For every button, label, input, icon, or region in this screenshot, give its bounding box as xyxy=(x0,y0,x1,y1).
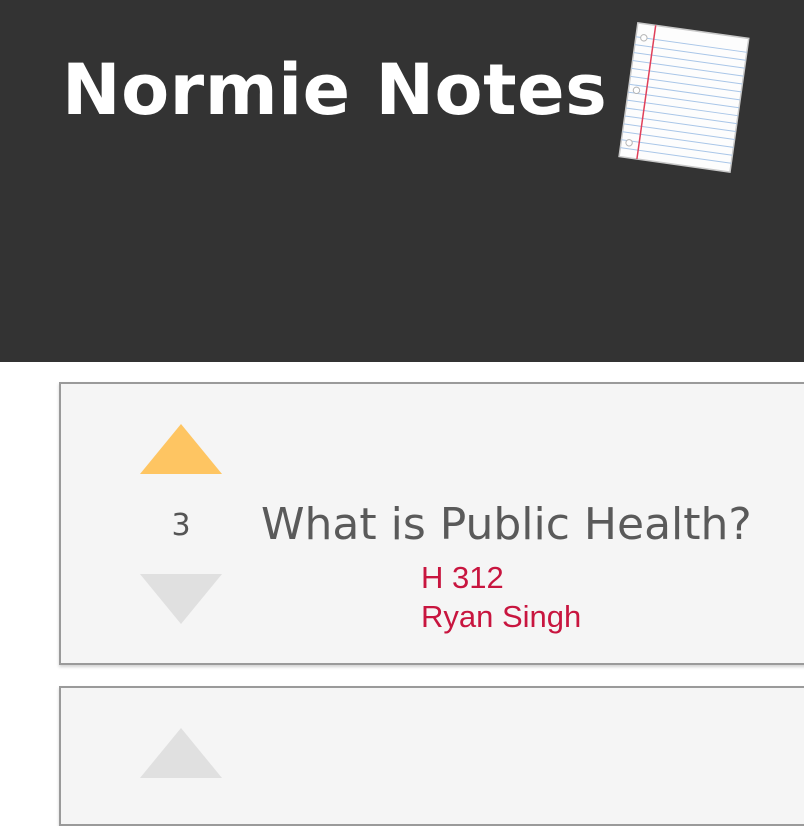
upvote-button[interactable] xyxy=(140,728,222,778)
triangle-down-icon xyxy=(140,574,222,624)
note-title[interactable]: What is Public Health? xyxy=(261,498,752,552)
app-title[interactable]: Normie Notes xyxy=(62,46,607,134)
vote-score: 3 xyxy=(171,508,191,543)
note-card[interactable]: 3 What is Public Health? H 312 Ryan Sing… xyxy=(59,382,804,665)
triangle-up-icon xyxy=(140,424,222,474)
note-card[interactable] xyxy=(59,686,804,826)
notebook-paper-icon xyxy=(618,22,750,173)
upvote-button[interactable] xyxy=(140,424,222,474)
note-course-link[interactable]: H 312 xyxy=(421,560,504,596)
downvote-button[interactable] xyxy=(140,574,222,624)
app-header: Normie Notes xyxy=(0,0,804,362)
triangle-up-icon xyxy=(140,728,222,778)
note-author-link[interactable]: Ryan Singh xyxy=(421,599,581,635)
